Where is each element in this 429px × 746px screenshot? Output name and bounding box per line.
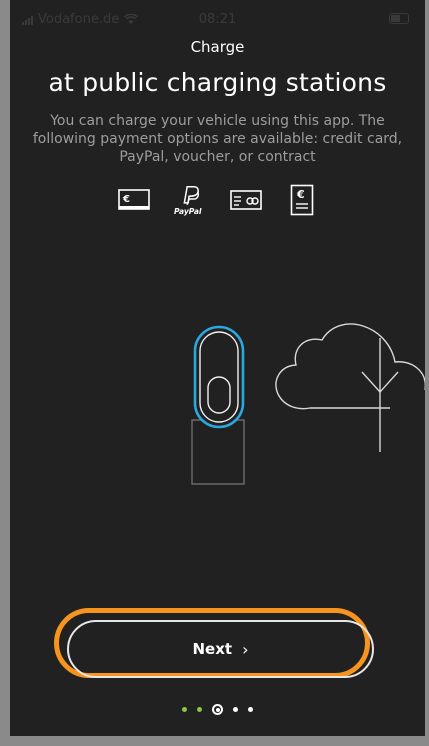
voucher-icon bbox=[229, 183, 263, 217]
page-title: Charge bbox=[190, 38, 245, 56]
app-screen: Vodafone.de 08:21 Charge at public charg… bbox=[10, 0, 425, 736]
credit-card-icon: € bbox=[117, 183, 151, 217]
page-headline: at public charging stations bbox=[48, 68, 387, 97]
contract-euro-symbol: € bbox=[296, 188, 305, 201]
payment-options: € PayPal € bbox=[10, 183, 425, 217]
status-time: 08:21 bbox=[198, 12, 237, 27]
page-dot-1[interactable] bbox=[182, 707, 187, 712]
paypal-label: PayPal bbox=[173, 207, 201, 216]
page-indicator bbox=[10, 704, 425, 715]
card-euro-symbol: € bbox=[122, 194, 130, 205]
description-line-1: You can charge your vehicle using this a… bbox=[50, 113, 385, 129]
description-line-3: PayPal, voucher, or contract bbox=[119, 149, 316, 165]
paypal-icon: PayPal bbox=[173, 183, 207, 217]
battery-icon bbox=[389, 13, 409, 24]
page-dot-4[interactable] bbox=[233, 707, 238, 712]
status-bar: Vodafone.de 08:21 bbox=[10, 0, 425, 40]
page-dot-5[interactable] bbox=[248, 707, 253, 712]
page-dot-2[interactable] bbox=[197, 707, 202, 712]
page-dot-3-current[interactable] bbox=[212, 704, 223, 715]
next-button-label: Next bbox=[192, 640, 233, 658]
next-button[interactable]: Next › bbox=[67, 620, 374, 678]
description-text: You can charge your vehicle using this a… bbox=[10, 112, 425, 166]
description-line-2: following payment options are available:… bbox=[32, 131, 403, 147]
charging-station-illustration bbox=[191, 323, 425, 485]
contract-icon: € bbox=[285, 183, 319, 217]
chevron-right-icon: › bbox=[242, 639, 249, 659]
device-frame: Vodafone.de 08:21 Charge at public charg… bbox=[0, 0, 429, 746]
